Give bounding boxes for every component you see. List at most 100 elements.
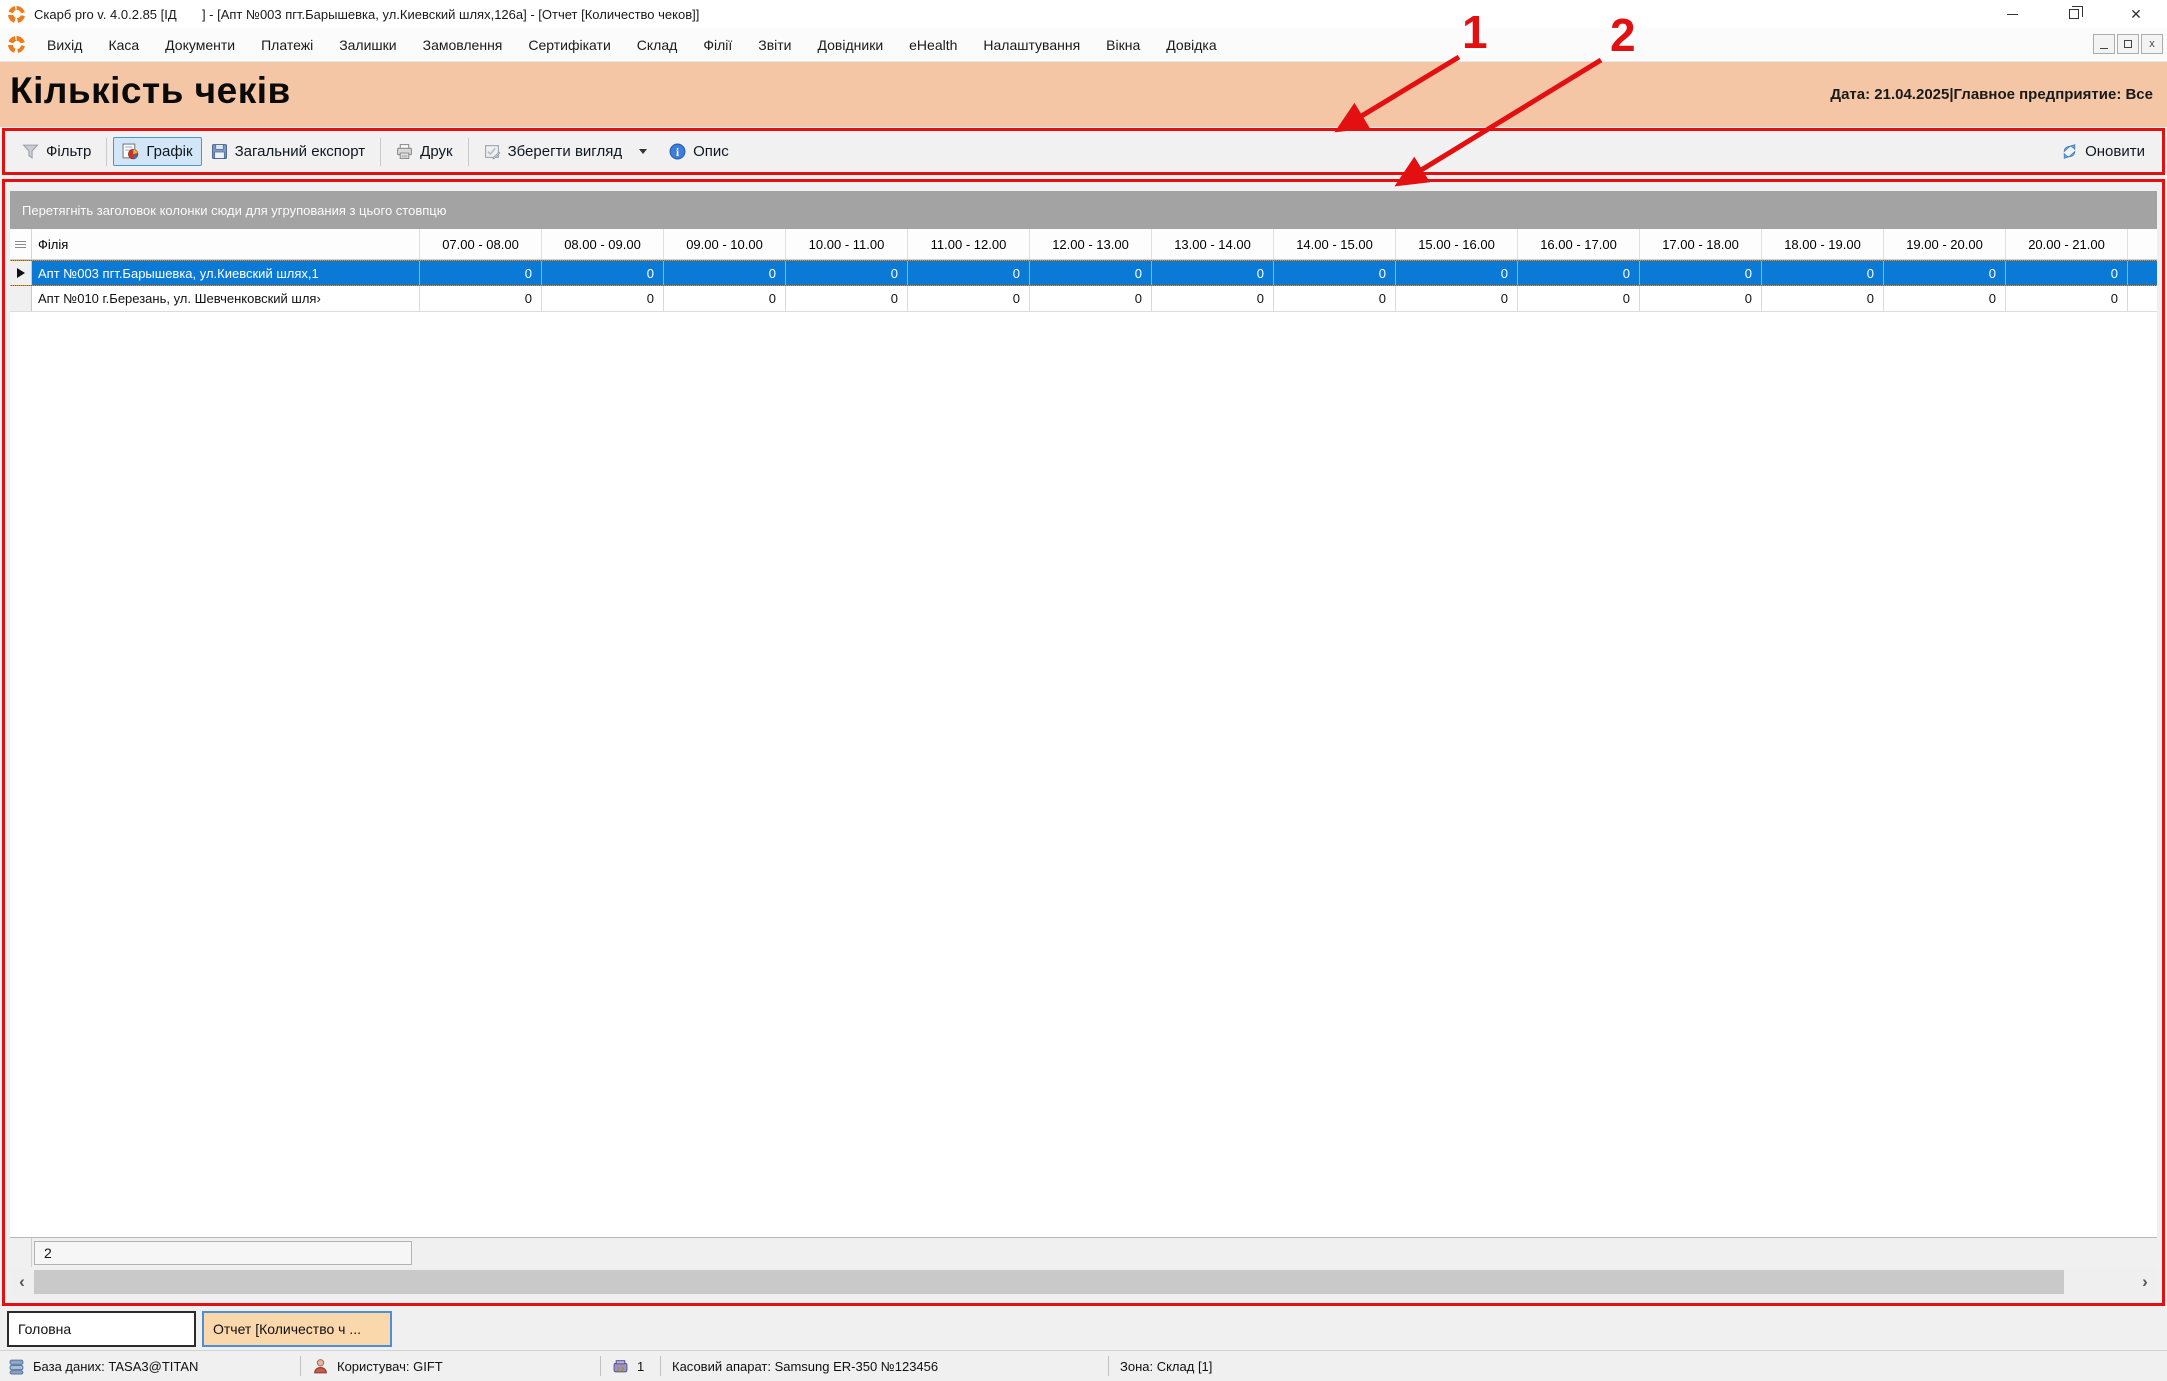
cell-value[interactable]: 0 [1030,286,1152,311]
cell-value[interactable]: 0 [1152,286,1274,311]
menu-item-філії[interactable]: Філії [690,37,745,53]
filter-label: Фільтр [46,143,91,160]
table-row[interactable]: Апт №010 г.Березань, ул. Шевченковский ш… [10,286,2157,312]
cell-value[interactable]: 0 [1518,261,1640,285]
menu-item-каса[interactable]: Каса [95,37,152,53]
close-icon: ✕ [2130,7,2142,21]
menu-item-сертифікати[interactable]: Сертифікати [515,37,623,53]
cell-value[interactable]: 0 [542,286,664,311]
cell-value[interactable]: 0 [908,261,1030,285]
cell-value[interactable]: 0 [1884,286,2006,311]
column-header-time[interactable]: 16.00 - 17.00 [1518,229,1640,259]
cell-value[interactable]: 0 [1274,286,1396,311]
menu-item-налаштування[interactable]: Налаштування [970,37,1093,53]
cell-value[interactable]: 0 [1396,261,1518,285]
cell-value[interactable]: 0 [1762,286,1884,311]
cell-value[interactable]: 0 [1640,286,1762,311]
refresh-button[interactable]: Оновити [2052,137,2154,166]
filter-button[interactable]: Фільтр [13,137,100,166]
cell-value[interactable]: 0 [1884,261,2006,285]
column-header-time[interactable]: 20.00 - 21.00 [2006,229,2128,259]
menu-item-вихід[interactable]: Вихід [34,37,95,53]
refresh-icon [2061,143,2078,160]
menu-items: ВихідКасаДокументиПлатежіЗалишкиЗамовлен… [34,37,1230,53]
column-header-time[interactable]: 14.00 - 15.00 [1274,229,1396,259]
scroll-left-button[interactable]: ‹ [10,1267,34,1297]
column-header-time[interactable]: 11.00 - 12.00 [908,229,1030,259]
tab-report-active[interactable]: Отчет [Количество ч ... [202,1311,392,1347]
cell-value[interactable]: 0 [2006,286,2128,311]
mdi-close-icon: x [2149,39,2155,50]
cell-value[interactable] [2128,261,2157,285]
column-header-time[interactable]: 10.00 - 11.00 [786,229,908,259]
document-tabs: Головна Отчет [Количество ч ... [7,1311,392,1347]
mdi-minimize-button[interactable] [2093,34,2115,54]
chevron-down-icon[interactable] [639,149,647,154]
column-header-time[interactable]: 19.00 - 20.00 [1884,229,2006,259]
menu-item-ehealth[interactable]: eHealth [896,37,970,53]
cell-value[interactable]: 0 [664,261,786,285]
cell-value[interactable]: 0 [1762,261,1884,285]
minimize-button[interactable] [1981,0,2043,28]
description-button[interactable]: i Опис [660,137,738,166]
user-icon [312,1358,329,1375]
cell-value[interactable]: 0 [908,286,1030,311]
cell-value[interactable]: 0 [1274,261,1396,285]
cell-filia[interactable]: Апт №010 г.Березань, ул. Шевченковский ш… [32,286,420,311]
menu-item-залишки[interactable]: Залишки [326,37,409,53]
cell-filia[interactable]: Апт №003 пгт.Барышевка, ул.Киевский шлях… [32,261,420,285]
menu-item-довідка[interactable]: Довідка [1153,37,1229,53]
group-by-band[interactable]: Перетягніть заголовок колонки сюди для у… [10,191,2157,229]
column-header-time[interactable]: 09.00 - 10.00 [664,229,786,259]
cell-value[interactable]: 0 [1640,261,1762,285]
chart-button[interactable]: Графік [113,137,201,166]
menu-item-вікна[interactable]: Вікна [1093,37,1153,53]
restore-button[interactable] [2043,0,2105,28]
cell-value[interactable]: 0 [2006,261,2128,285]
menu-item-склад[interactable]: Склад [624,37,691,53]
table-row[interactable]: Апт №003 пгт.Барышевка, ул.Киевский шлях… [10,260,2157,286]
close-button[interactable]: ✕ [2105,0,2167,28]
cell-value[interactable]: 0 [1396,286,1518,311]
column-header-time[interactable]: 07.00 - 08.00 [420,229,542,259]
cell-value[interactable]: 0 [420,261,542,285]
save-view-button[interactable]: Зберегти вигляд [475,137,661,166]
cell-value[interactable]: 0 [664,286,786,311]
window-title: Скарб pro v. 4.0.2.85 [ІД ] - [Апт №003 … [34,7,699,22]
menu-item-звіти[interactable]: Звіти [745,37,804,53]
mdi-restore-button[interactable] [2117,34,2139,54]
tab-home[interactable]: Головна [7,1311,196,1347]
menu-item-платежі[interactable]: Платежі [248,37,326,53]
column-header-time[interactable]: 17.00 - 18.00 [1640,229,1762,259]
cell-value[interactable]: 0 [1518,286,1640,311]
column-header-time[interactable]: 21.00 - [2128,229,2157,259]
column-chooser-icon[interactable] [15,241,26,248]
print-button[interactable]: Друк [387,137,461,166]
statusbar-register: Касовий апарат: Samsung ER-350 №123456 [672,1351,938,1381]
menu-item-довідники[interactable]: Довідники [805,37,897,53]
mdi-close-button[interactable]: x [2141,34,2163,54]
info-icon: i [669,143,686,160]
scroll-right-button[interactable]: › [2133,1267,2157,1297]
scrollbar-thumb[interactable] [34,1270,2064,1294]
cell-value[interactable]: 0 [786,261,908,285]
menu-item-документи[interactable]: Документи [152,37,248,53]
column-header-time[interactable]: 18.00 - 19.00 [1762,229,1884,259]
menu-item-замовлення[interactable]: Замовлення [410,37,516,53]
cell-value[interactable]: 0 [420,286,542,311]
cell-value[interactable]: 0 [786,286,908,311]
column-header-time[interactable]: 12.00 - 13.00 [1030,229,1152,259]
cell-value[interactable]: 0 [1152,261,1274,285]
cell-value[interactable] [2128,286,2157,311]
save-view-label: Зберегти вигляд [508,143,623,160]
horizontal-scrollbar[interactable]: ‹ › [10,1267,2157,1297]
cell-value[interactable]: 0 [542,261,664,285]
column-header-time[interactable]: 08.00 - 09.00 [542,229,664,259]
export-button[interactable]: Загальний експорт [202,137,375,166]
column-header-filia[interactable]: Філія [32,229,420,259]
app-logo-icon [8,6,25,23]
column-header-time[interactable]: 15.00 - 16.00 [1396,229,1518,259]
cell-value[interactable]: 0 [1030,261,1152,285]
current-row-arrow-icon [17,268,25,278]
column-header-time[interactable]: 13.00 - 14.00 [1152,229,1274,259]
